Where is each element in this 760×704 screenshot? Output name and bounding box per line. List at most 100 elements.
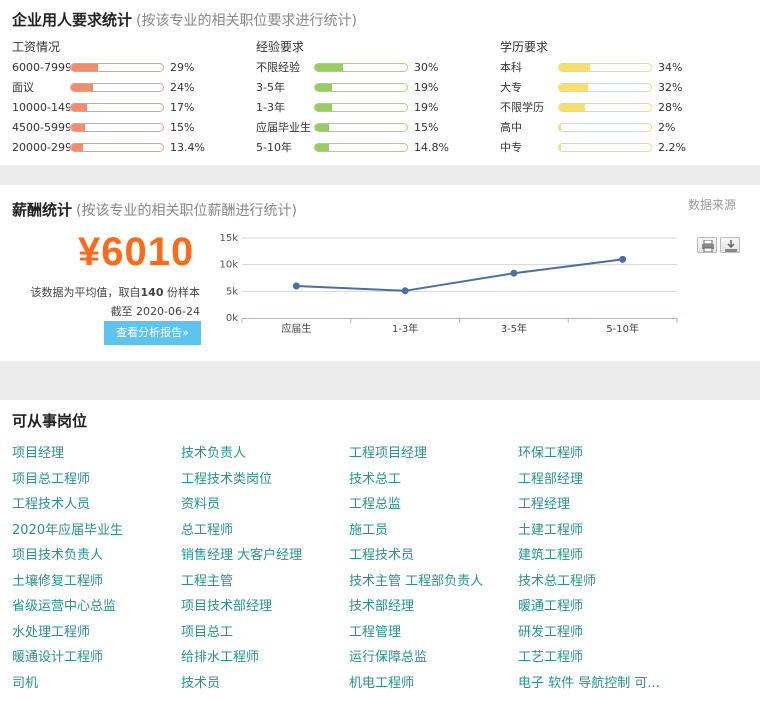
requirement-label: 大专 bbox=[500, 81, 522, 94]
chart-x-tick-label: 应届生 bbox=[281, 322, 311, 335]
requirement-bar-fill bbox=[71, 104, 87, 111]
job-link[interactable]: 2020年应届毕业生 bbox=[12, 519, 123, 538]
job-link[interactable]: 司机 bbox=[12, 672, 38, 691]
requirement-bar-fill bbox=[315, 124, 329, 131]
job-link[interactable]: 技术员 bbox=[181, 672, 220, 691]
requirement-bar-fill bbox=[71, 64, 98, 71]
salary-stats-title: 薪酬统计 (按该专业的相关职位薪酬进行统计) bbox=[12, 201, 297, 219]
job-link[interactable]: 建筑工程师 bbox=[518, 544, 583, 563]
job-link[interactable]: 工程经理 bbox=[518, 493, 570, 512]
requirement-label: 本科 bbox=[500, 61, 522, 74]
job-link[interactable]: 技术部经理 bbox=[349, 595, 414, 614]
requirement-label: 5-10年 bbox=[256, 141, 292, 154]
job-link[interactable]: 工艺工程师 bbox=[518, 646, 583, 665]
requirement-bar bbox=[70, 143, 164, 152]
requirement-bar bbox=[558, 63, 652, 72]
job-link[interactable]: 技术主管 工程部负责人 bbox=[349, 570, 483, 589]
job-link[interactable]: 技术负责人 bbox=[181, 442, 246, 461]
chart-y-tick-label: 0k bbox=[226, 313, 238, 324]
requirement-percent: 28% bbox=[658, 101, 683, 114]
sample-note: 该数据为平均值，取自140 份样本 bbox=[30, 286, 200, 299]
requirement-bar bbox=[558, 103, 652, 112]
job-link[interactable]: 给排水工程师 bbox=[181, 646, 259, 665]
chart-x-tick-label: 1-3年 bbox=[392, 322, 418, 335]
requirement-bar-fill bbox=[71, 84, 94, 91]
job-link[interactable]: 工程管理 bbox=[349, 621, 401, 640]
job-link[interactable]: 电子 软件 导航控制 可... bbox=[518, 672, 660, 691]
job-link[interactable]: 机电工程师 bbox=[349, 672, 414, 691]
data-source-link[interactable]: 数据来源 bbox=[688, 196, 736, 213]
education-heading: 学历要求 bbox=[500, 40, 549, 54]
requirement-bar-fill bbox=[559, 64, 591, 71]
requirement-label: 不限学历 bbox=[500, 101, 544, 114]
job-link[interactable]: 暖通工程师 bbox=[518, 595, 583, 614]
requirement-percent: 32% bbox=[658, 81, 683, 94]
requirement-percent: 15% bbox=[414, 121, 439, 134]
job-link[interactable]: 技术总工 bbox=[349, 468, 401, 487]
job-link[interactable]: 技术总工程师 bbox=[518, 570, 596, 589]
job-link[interactable]: 省级运营中心总监 bbox=[12, 595, 116, 614]
experience-heading: 经验要求 bbox=[256, 40, 305, 54]
requirement-bar bbox=[314, 103, 408, 112]
requirement-label: 不限经验 bbox=[256, 61, 300, 74]
requirement-label: 10000-1499 bbox=[12, 101, 70, 114]
chart-y-tick-label: 15k bbox=[219, 233, 238, 244]
requirements-subtitle: (按该专业的相关职位要求进行统计) bbox=[136, 13, 357, 29]
job-link[interactable]: 项目技术部经理 bbox=[181, 595, 272, 614]
requirement-percent: 19% bbox=[414, 101, 439, 114]
requirement-bar-fill bbox=[315, 64, 343, 71]
requirements-title: 企业用人要求统计 (按该专业的相关职位要求进行统计) bbox=[12, 11, 357, 29]
salary-line-chart: 0k 5k 10k 15k 应届生 1-3年 3-5年 5-10年 bbox=[219, 233, 678, 335]
job-link[interactable]: 项目总工 bbox=[181, 621, 233, 640]
job-link[interactable]: 施工员 bbox=[349, 519, 388, 538]
job-link[interactable]: 总工程师 bbox=[181, 519, 233, 538]
requirement-bar-fill bbox=[559, 124, 561, 131]
requirement-bar bbox=[70, 103, 164, 112]
job-link[interactable]: 工程技术员 bbox=[349, 544, 414, 563]
download-icon bbox=[725, 240, 737, 252]
requirement-label: 应届毕业生 bbox=[256, 121, 311, 134]
requirement-bar bbox=[558, 143, 652, 152]
requirement-percent: 34% bbox=[658, 61, 683, 74]
job-link[interactable]: 环保工程师 bbox=[518, 442, 583, 461]
job-link[interactable]: 工程技术类岗位 bbox=[181, 468, 272, 487]
job-link[interactable]: 水处理工程师 bbox=[12, 621, 90, 640]
job-link[interactable]: 项目技术负责人 bbox=[12, 544, 103, 563]
requirement-label: 1-3年 bbox=[256, 101, 285, 114]
job-link[interactable]: 工程总监 bbox=[349, 493, 401, 512]
job-link[interactable]: 运行保障总监 bbox=[349, 646, 427, 665]
job-link[interactable]: 暖通设计工程师 bbox=[12, 646, 103, 665]
requirement-bar bbox=[314, 63, 408, 72]
job-link[interactable]: 土壤修复工程师 bbox=[12, 570, 103, 589]
print-icon bbox=[702, 240, 714, 252]
requirement-label: 4500-5999 bbox=[12, 121, 70, 134]
requirement-bar-fill bbox=[71, 144, 84, 151]
sample-count: 140 bbox=[140, 286, 164, 299]
chart-data-point bbox=[619, 255, 627, 263]
job-link[interactable]: 项目总工程师 bbox=[12, 468, 90, 487]
job-link[interactable]: 工程技术人员 bbox=[12, 493, 90, 512]
requirement-label: 6000-7999 bbox=[12, 61, 70, 74]
job-link[interactable]: 资料员 bbox=[181, 493, 220, 512]
requirement-percent: 2% bbox=[658, 121, 676, 134]
job-link[interactable]: 土建工程师 bbox=[518, 519, 583, 538]
view-report-button[interactable]: 查看分析报告» bbox=[104, 321, 201, 345]
job-link[interactable]: 研发工程师 bbox=[518, 621, 583, 640]
requirement-percent: 15% bbox=[170, 121, 195, 134]
job-link[interactable]: 项目经理 bbox=[12, 442, 64, 461]
job-link[interactable]: 销售经理 大客户经理 bbox=[181, 544, 302, 563]
job-link[interactable]: 工程部经理 bbox=[518, 468, 583, 487]
requirement-label: 3-5年 bbox=[256, 81, 285, 94]
requirement-label: 中专 bbox=[500, 141, 522, 154]
requirement-bar bbox=[314, 83, 408, 92]
job-link[interactable]: 工程主管 bbox=[181, 570, 233, 589]
requirement-bar-fill bbox=[71, 124, 85, 131]
print-button[interactable] bbox=[697, 237, 717, 253]
job-link[interactable]: 工程项目经理 bbox=[349, 442, 427, 461]
date-note: 截至 2020-06-24 bbox=[110, 305, 200, 318]
requirement-bar-fill bbox=[315, 104, 333, 111]
chart-y-tick-label: 5k bbox=[226, 286, 238, 297]
requirement-bar bbox=[314, 143, 408, 152]
jobs-title: 可从事岗位 bbox=[12, 412, 88, 430]
download-button[interactable] bbox=[720, 237, 740, 253]
